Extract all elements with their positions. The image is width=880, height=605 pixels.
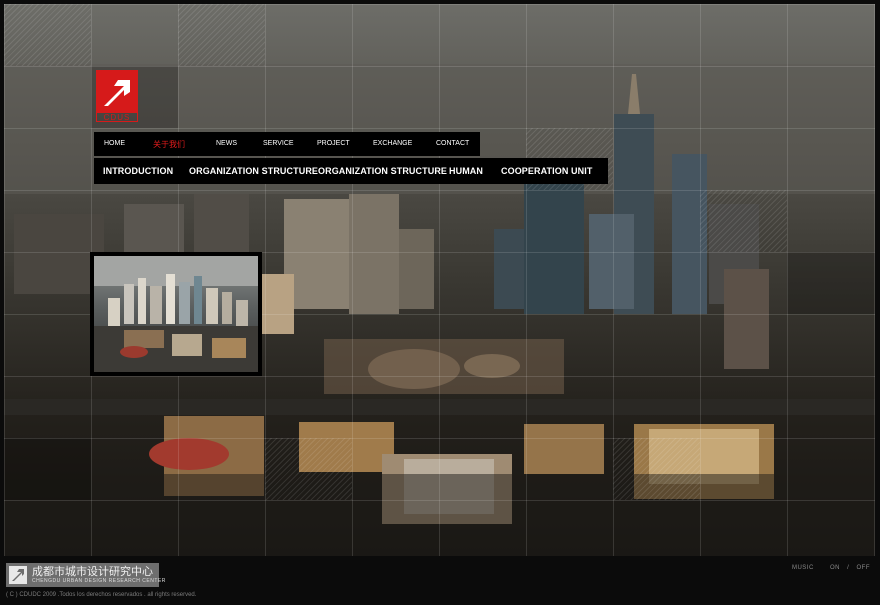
subnav-organization-2[interactable]: ORGANIZATION STRUCTURE — [318, 166, 447, 176]
nav-contact[interactable]: CONTACT — [436, 140, 469, 147]
footer-badge[interactable]: 成都市城市设计研究中心 CHENGDU URBAN DESIGN RESEARC… — [6, 563, 165, 587]
nav-home[interactable]: HOME — [104, 140, 125, 147]
badge-chinese-name: 成都市城市设计研究中心 — [32, 566, 153, 578]
music-label: MUSIC — [791, 565, 814, 571]
site-logo[interactable]: CDUS — [96, 70, 138, 124]
nav-service[interactable]: SERVICE — [263, 140, 294, 147]
nav-exchange[interactable]: EXCHANGE — [373, 140, 412, 147]
nav-about[interactable]: 关于我们 — [153, 139, 185, 150]
nav-news[interactable]: NEWS — [216, 140, 237, 147]
thumbnail-image — [94, 256, 258, 372]
nav-project[interactable]: PROJECT — [317, 140, 350, 147]
copyright-text: ( C ) CDUDC 2009 .Todos los derechos res… — [6, 592, 197, 598]
logo-text: CDUS — [96, 112, 138, 122]
project-thumbnail[interactable] — [90, 252, 262, 376]
logo-arrow-icon — [96, 70, 138, 112]
subnav-cooperation[interactable]: COOPERATION UNIT — [501, 166, 592, 176]
music-on-button[interactable]: ON — [830, 565, 840, 571]
subnav-introduction[interactable]: INTRODUCTION — [103, 166, 173, 176]
badge-english-name: CHENGDU URBAN DESIGN RESEARCH CENTER — [32, 578, 166, 584]
music-off-button[interactable]: OFF — [857, 565, 871, 571]
main-nav: HOME 关于我们 NEWS SERVICE PROJECT EXCHANGE … — [94, 132, 480, 156]
subnav-human[interactable]: HUMAN — [449, 166, 483, 176]
sub-nav: INTRODUCTION ORGANIZATION STRUCTURE ORGA… — [94, 158, 608, 184]
subnav-organization-1[interactable]: ORGANIZATION STRUCTURE — [189, 166, 318, 176]
music-control: MUSIC ON / OFF — [792, 565, 870, 571]
badge-logo-icon — [9, 566, 27, 584]
music-separator: / — [847, 565, 850, 571]
